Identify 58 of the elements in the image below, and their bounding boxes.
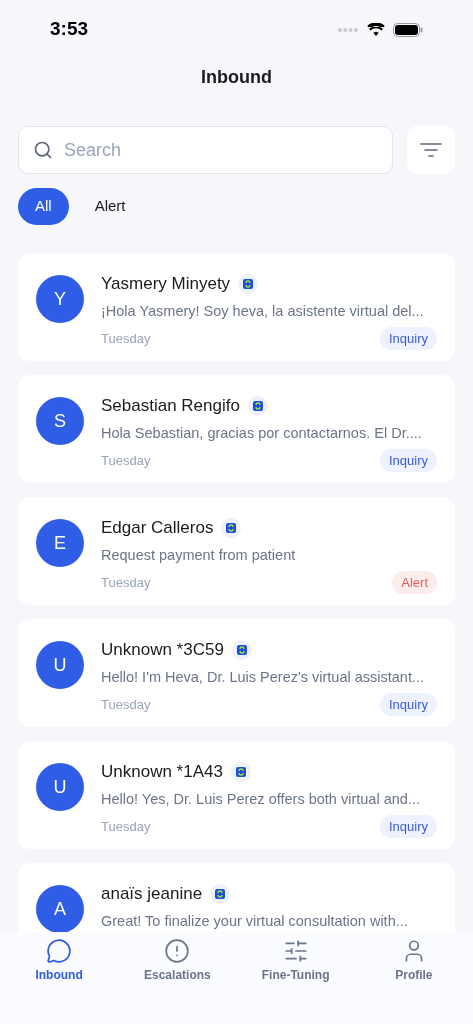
avatar: A: [36, 885, 84, 932]
conversation-card[interactable]: E Edgar Calleros Request payment from patient Tuesday Alert: [18, 497, 455, 605]
tab-bar-item[interactable]: Inbound: [0, 938, 119, 986]
contact-name: anaïs jeanine: [101, 883, 203, 906]
category-tag: Inquiry: [379, 814, 437, 839]
message-preview: ¡Hola Yasmery! Soy heva, la asistente virtual del...: [101, 302, 425, 321]
message-preview: Request payment from patient: [101, 546, 297, 565]
channel-icon: [231, 640, 252, 660]
contact-name: Unknown *1A43: [101, 761, 223, 784]
contact-name: Edgar Calleros: [101, 517, 214, 540]
battery-icon: [393, 22, 423, 37]
chat-icon: [46, 938, 73, 964]
filter-icon: [420, 143, 442, 157]
message-preview: Great! To finalize your virtual consultation with...: [101, 912, 409, 931]
avatar: Y: [36, 275, 84, 323]
filter-chip[interactable]: Alert: [76, 188, 144, 225]
conversation-card[interactable]: A anaïs jeanine Great! To finalize your virtual consultation with...: [18, 863, 455, 932]
message-date: Tuesday: [101, 451, 151, 470]
channel-icon: [210, 884, 231, 904]
category-tag: Inquiry: [379, 448, 437, 473]
message-date: Tuesday: [101, 817, 151, 836]
filter-chip[interactable]: All: [18, 188, 69, 225]
signal-icon: [337, 26, 359, 33]
tab-bar-item[interactable]: Escalations: [118, 938, 237, 986]
alert-icon: [164, 938, 191, 964]
avatar: E: [36, 519, 84, 567]
conversation-card[interactable]: S Sebastian Rengifo Hola Sebastian, gracias por contactarnos. El Dr.... Tuesday Inquiry: [18, 375, 455, 483]
avatar: U: [36, 763, 84, 811]
category-tag: Alert: [392, 570, 437, 595]
page-title: Inbound: [201, 66, 272, 89]
tab-bar-item[interactable]: Profile: [354, 938, 473, 986]
channel-icon: [238, 274, 259, 294]
contact-name: Unknown *3C59: [101, 639, 224, 662]
search-icon: [33, 140, 53, 160]
channel-icon: [230, 762, 251, 782]
message-preview: Hello! I'm Heva, Dr. Luis Perez's virtual assistant...: [101, 668, 426, 687]
message-date: Tuesday: [101, 329, 151, 348]
contact-name: Yasmery Minyety: [101, 273, 231, 296]
message-date: Tuesday: [101, 695, 151, 714]
conversation-card[interactable]: Y Yasmery Minyety ¡Hola Yasmery! Soy heva, la asistente virtual del... Tuesday Inquiry: [18, 253, 455, 361]
avatar: S: [36, 397, 84, 445]
message-preview: Hola Sebastian, gracias por contactarnos. El Dr....: [101, 424, 423, 443]
contact-name: Sebastian Rengifo: [101, 395, 240, 418]
avatar: U: [36, 641, 84, 689]
message-preview: Hello! Yes, Dr. Luis Perez offers both virtual and...: [101, 790, 421, 809]
status-time: 3:53: [50, 17, 89, 42]
message-date: Tuesday: [101, 573, 151, 592]
filter-button[interactable]: [407, 126, 455, 174]
category-tag: Inquiry: [379, 326, 437, 351]
wifi-icon: [367, 22, 385, 37]
sliders-icon: [282, 938, 309, 964]
search-field[interactable]: Search: [18, 126, 393, 174]
tab-bar-item[interactable]: Fine-Tuning: [236, 938, 355, 986]
channel-icon: [221, 518, 242, 538]
conversation-card[interactable]: U Unknown *3C59 Hello! I'm Heva, Dr. Luis Perez's virtual assistant... Tuesday Inquiry: [18, 619, 455, 727]
category-tag: Inquiry: [379, 692, 437, 717]
conversation-card[interactable]: U Unknown *1A43 Hello! Yes, Dr. Luis Perez offers both virtual and... Tuesday Inquiry: [18, 741, 455, 849]
channel-icon: [247, 396, 268, 416]
